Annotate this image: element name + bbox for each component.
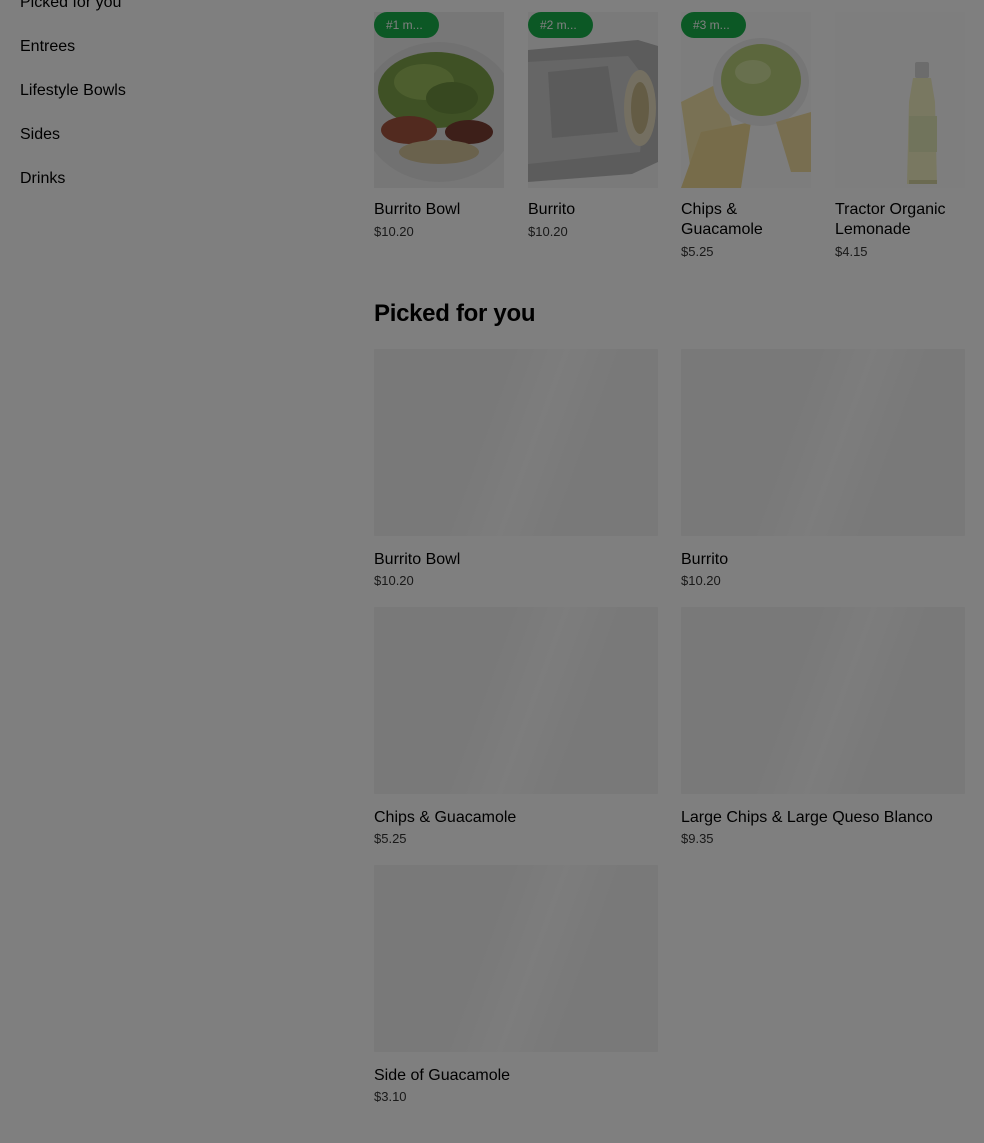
- modal-backdrop-overlay[interactable]: [0, 0, 984, 1143]
